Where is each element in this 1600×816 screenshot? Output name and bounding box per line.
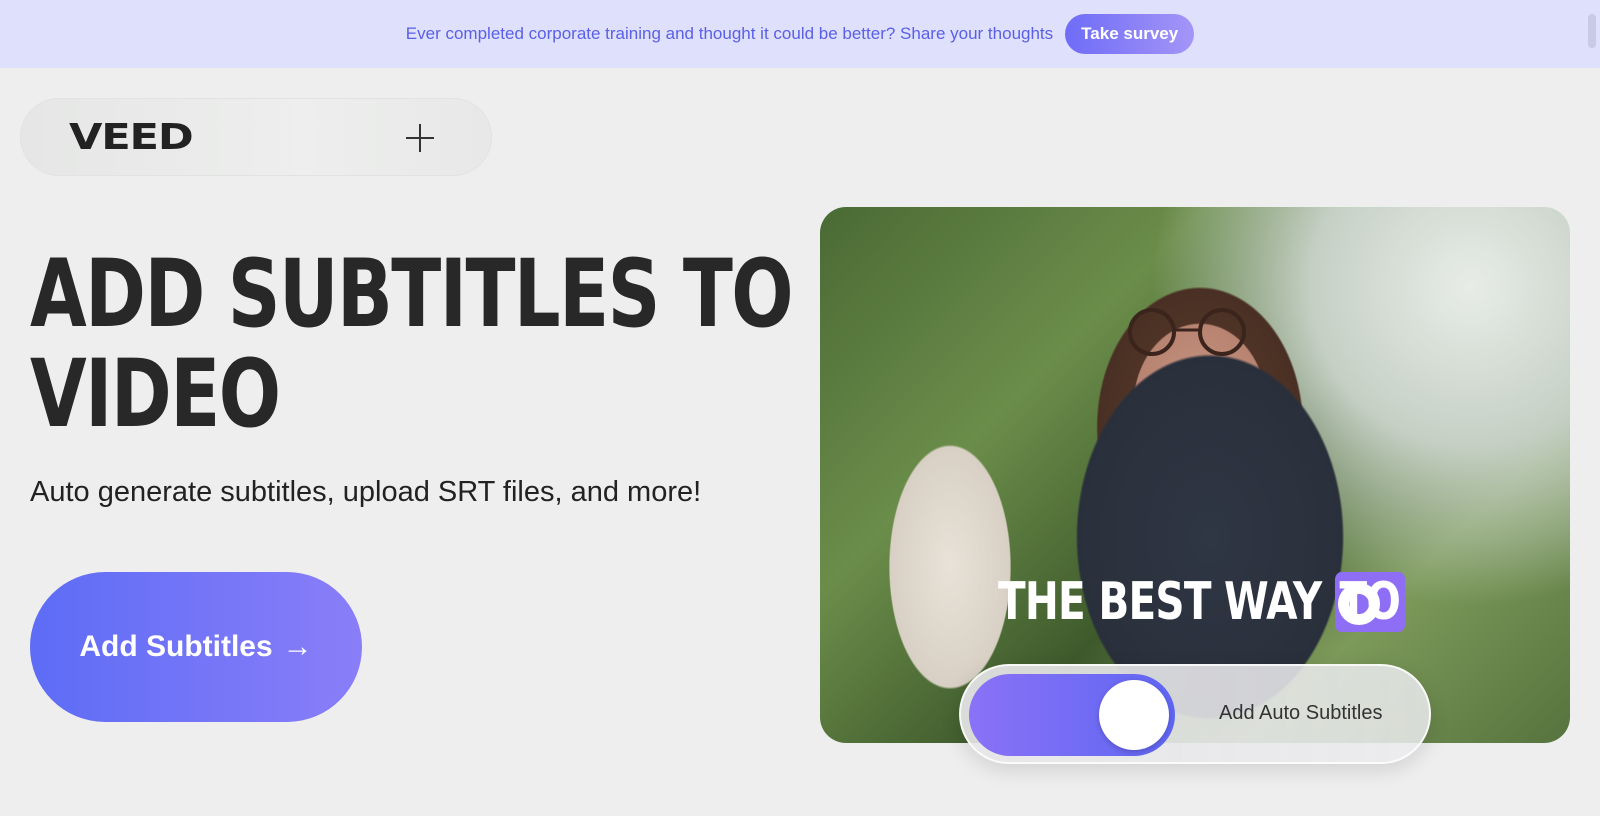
take-survey-button[interactable]: Take survey xyxy=(1065,14,1195,54)
caption-text: THE BEST WAY xyxy=(998,572,1335,632)
glasses-graphic xyxy=(1128,308,1246,356)
ring-icon xyxy=(1338,583,1380,625)
add-subtitles-button[interactable]: Add Subtitles → xyxy=(30,572,362,722)
auto-subtitles-toggle-bar: Add Auto Subtitles xyxy=(959,664,1431,764)
hero-video-preview: THE BEST WAY TO xyxy=(820,207,1570,743)
plus-icon[interactable] xyxy=(405,123,435,153)
add-subtitles-label: Add Subtitles xyxy=(79,630,273,663)
hero-subtitle: Auto generate subtitles, upload SRT file… xyxy=(30,476,702,508)
veed-logo[interactable]: VEED xyxy=(69,117,194,158)
page-title-line-1: ADD SUBTITLES TO xyxy=(30,240,794,349)
announcement-banner: Ever completed corporate training and th… xyxy=(0,0,1600,68)
nav-bar: VEED xyxy=(20,98,492,176)
banner-text: Ever completed corporate training and th… xyxy=(405,24,1054,43)
toggle-label: Add Auto Subtitles xyxy=(1219,702,1383,724)
arrow-right-icon: → xyxy=(282,630,313,663)
toggle-knob[interactable] xyxy=(1099,680,1169,750)
auto-subtitles-toggle[interactable] xyxy=(969,674,1175,756)
page-title-line-2: VIDEO xyxy=(30,340,281,449)
scrollbar-thumb[interactable] xyxy=(1588,14,1596,48)
page-title: ADD SUBTITLES TO VIDEO xyxy=(30,245,794,445)
